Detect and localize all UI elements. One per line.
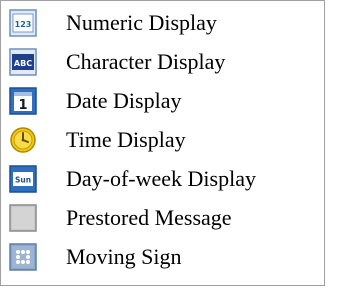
day-of-week-icon: Sun [9,165,37,193]
date-icon: 1 [9,87,37,115]
menu-item-numeric-display[interactable]: 123 Numeric Display [9,6,319,40]
menu-item-label: Date Display [66,88,182,113]
character-icon-text: ABC [14,59,32,68]
numeric-icon-text: 123 [15,20,32,29]
menu-item-label: Moving Sign [66,244,182,269]
menu-item-prestored-message[interactable]: Prestored Message [9,201,319,235]
clock-icon [10,127,36,153]
moving-sign-icon [9,243,37,271]
day-of-week-icon-text: Sun [15,176,31,185]
menu-item-label: Prestored Message [66,205,232,230]
menu-item-date-display[interactable]: 1 Date Display [9,84,319,118]
message-icon [9,204,37,232]
date-icon-text: 1 [18,98,27,113]
menu-item-moving-sign[interactable]: Moving Sign [9,240,319,274]
menu-item-label: Time Display [66,127,186,152]
menu-item-character-display[interactable]: ABC Character Display [9,45,319,79]
menu-item-time-display[interactable]: Time Display [9,123,319,157]
display-type-menu: 123 Numeric Display ABC Character Displa… [0,0,325,286]
menu-item-label: Day-of-week Display [66,166,256,191]
character-icon: ABC [9,48,37,76]
menu-item-label: Character Display [66,49,226,74]
menu-item-label: Numeric Display [66,10,217,35]
menu-item-day-of-week-display[interactable]: Sun Day-of-week Display [9,162,319,196]
numeric-icon: 123 [9,9,37,37]
